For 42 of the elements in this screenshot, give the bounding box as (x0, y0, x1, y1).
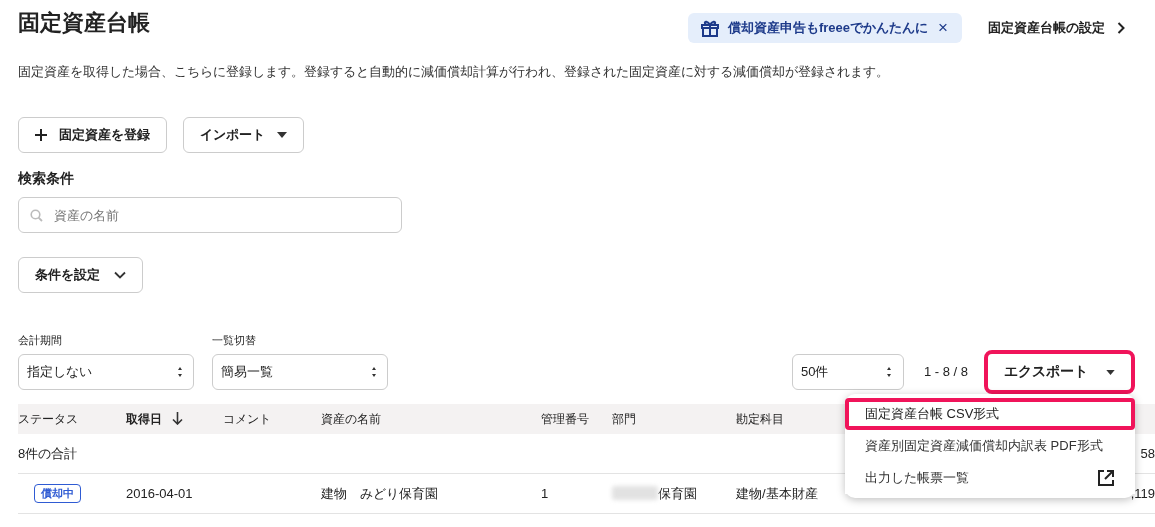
search-field[interactable]: 資産の名前 (18, 197, 402, 233)
description-text: 固定資産を取得した場合、こちらに登録します。登録すると自動的に減価償却計算が行われ、登録された固定資産に対する減価償却が登録されます。 (18, 63, 890, 81)
chevron-right-icon (1117, 22, 1125, 34)
menu-item[interactable]: 資産別固定資産減価償却内訳表 PDF形式 (845, 430, 1135, 462)
select-field[interactable]: 簡易一覧 (212, 354, 388, 390)
menu-item[interactable]: 出力した帳票一覧 (845, 462, 1135, 494)
caret-icon (277, 132, 287, 138)
chevron-down-icon (114, 271, 126, 279)
column-header[interactable]: 管理番号 (541, 404, 612, 434)
table-cell: 建物 みどり保育園 (321, 485, 438, 501)
sort-arrow-icon (172, 411, 183, 425)
table-cell: 58 (1140, 446, 1155, 461)
settings-link[interactable]: 固定資産台帳の設定 (988, 19, 1125, 37)
table-cell: 建物/基本財産 (736, 485, 818, 501)
total-label: 8件の合計 (18, 445, 78, 461)
external-link-icon (1097, 469, 1115, 487)
column-header[interactable]: コメント (223, 404, 321, 434)
status-badge: 償却中 (34, 484, 81, 503)
table-cell: 2016-04-01 (126, 486, 193, 501)
column-header[interactable]: 資産の名前 (321, 404, 541, 434)
select-label: 会計期間 (18, 333, 63, 348)
import-button[interactable]: インポート (183, 117, 304, 153)
promo-text: 償却資産申告もfreeeでかんたんに (728, 19, 929, 37)
page-size-select[interactable]: 50件 (791, 354, 904, 390)
page-title: 固定資産台帳 (18, 9, 150, 37)
select-label: 一覧切替 (212, 333, 257, 348)
gift-icon (700, 19, 720, 37)
column-header[interactable]: 取得日 (126, 404, 223, 434)
blurred-text (612, 485, 658, 500)
table-cell: 1 (541, 486, 549, 501)
column-header[interactable]: 部門 (612, 404, 736, 434)
close-button[interactable]: × (936, 20, 950, 36)
filter-button[interactable]: 条件を設定 (18, 257, 143, 293)
menu-item[interactable]: 固定資産台帳 CSV形式 (845, 398, 1135, 430)
search-heading: 検索条件 (18, 170, 75, 188)
table-cell: 保育園 (658, 485, 697, 501)
select-field[interactable]: 指定しない (18, 354, 194, 390)
column-header[interactable]: ステータス (18, 404, 126, 434)
plus-icon (35, 129, 47, 141)
pagination-range: 1 - 8 / 8 (923, 363, 968, 381)
register-button[interactable]: 固定資産を登録 (18, 117, 167, 153)
caret-icon (1106, 369, 1115, 375)
